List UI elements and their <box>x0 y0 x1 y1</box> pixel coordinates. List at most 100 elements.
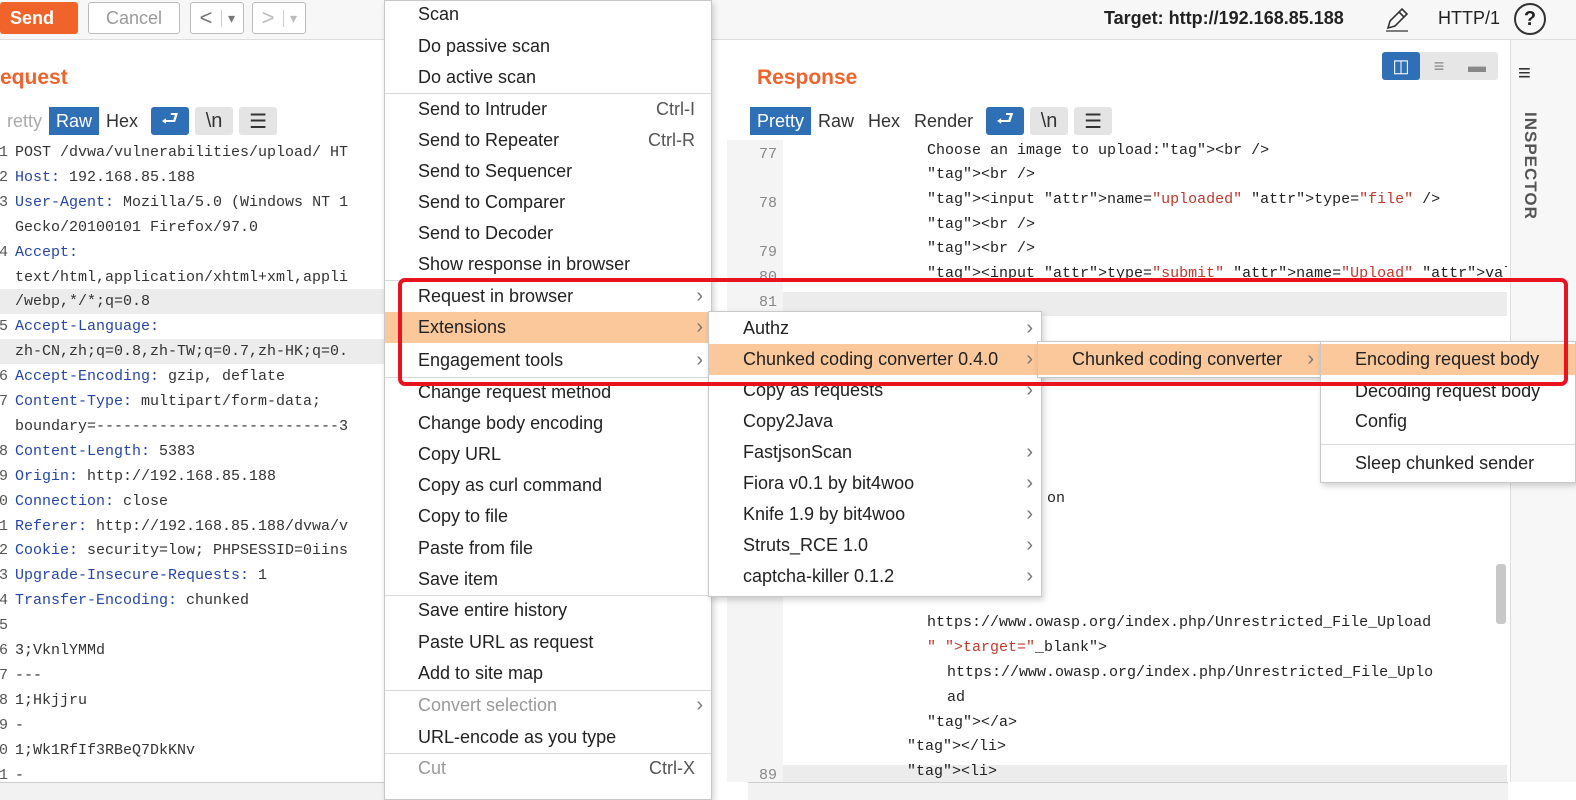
menu-item[interactable]: Do active scan <box>385 62 711 93</box>
code-line: 8 Content-Length: 5383 <box>0 439 384 464</box>
http-version-label[interactable]: HTTP/1 <box>1438 8 1500 29</box>
menu-item[interactable]: Change request method <box>385 377 711 408</box>
menu-item[interactable]: Fiora v0.1 by bit4woo › <box>709 468 1041 499</box>
menu-item[interactable]: Paste URL as request <box>385 627 711 658</box>
menu-item[interactable]: Config <box>1321 406 1575 437</box>
line-number: 77 <box>758 146 777 163</box>
cancel-button[interactable]: Cancel <box>88 2 180 34</box>
menu-item[interactable]: Request in browser › <box>385 281 711 312</box>
menu-item[interactable]: FastjsonScan › <box>709 437 1041 468</box>
code-text: Content-Type: multipart/form-data; <box>15 389 321 414</box>
menu-item[interactable]: Add to site map <box>385 658 711 689</box>
request-search-bar[interactable] <box>0 782 384 800</box>
header-value: text/html,application/xhtml+xml,appli <box>15 268 349 286</box>
code-text: Cookie: security=low; PHPSESSID=0iins <box>15 538 348 563</box>
tab-hex[interactable]: Hex <box>99 107 145 135</box>
header-value: boundary=---------------------------3 <box>15 417 349 435</box>
menu-item[interactable]: Save item <box>385 564 711 595</box>
forward-dropdown-icon[interactable]: ▾ <box>283 9 303 27</box>
response-scrollbar[interactable] <box>1496 564 1506 624</box>
menu-item[interactable]: URL-encode as you type <box>385 722 711 753</box>
editor-menu-icon[interactable]: ☰ <box>239 107 278 135</box>
menu-item[interactable]: Decoding request body <box>1321 376 1575 407</box>
response-pane-title: Response <box>757 66 858 89</box>
chevron-right-icon: › <box>1026 348 1033 370</box>
line-number: 6 <box>0 368 8 386</box>
tab-pretty[interactable]: retty <box>0 107 49 135</box>
header-name: Host: <box>15 168 61 186</box>
code-text: - <box>15 763 24 781</box>
inspector-menu-icon[interactable]: ≡ <box>1518 60 1531 86</box>
inspector-tab[interactable]: INSPECTOR <box>1520 112 1540 220</box>
word-wrap-icon[interactable]: ⮐ <box>986 107 1025 135</box>
menu-item[interactable]: Authz › <box>709 313 1041 344</box>
tab-pretty[interactable]: Pretty <box>750 107 812 135</box>
menu-item[interactable]: Copy as curl command <box>385 470 711 501</box>
menu-item[interactable]: Copy2Java <box>709 406 1041 437</box>
chevron-right-icon: › <box>696 349 703 371</box>
help-icon[interactable]: ? <box>1514 3 1546 35</box>
word-wrap-icon[interactable]: ⮐ <box>151 107 190 135</box>
menu-item[interactable]: Chunked coding converter › <box>1038 344 1322 375</box>
menu-item[interactable]: Change body encoding <box>385 408 711 439</box>
menu-item[interactable]: Show response in browser <box>385 249 711 280</box>
line-number: 3 <box>0 567 8 585</box>
response-search-bar[interactable] <box>748 782 1508 800</box>
menu-item[interactable]: Copy as requests › <box>709 375 1041 406</box>
tab-raw[interactable]: Raw <box>49 107 100 135</box>
tab-raw[interactable]: Raw <box>811 107 861 135</box>
code-line: Gecko/20100101 Firefox/97.0 <box>0 215 384 240</box>
menu-item[interactable]: Do passive scan <box>385 31 711 62</box>
menu-item[interactable]: Scan <box>385 0 711 30</box>
tab-render[interactable]: Render <box>907 107 980 135</box>
menu-item[interactable]: Struts_RCE 1.0 › <box>709 530 1041 561</box>
request-view-tabs: retty Raw Hex ⮐ \n ☰ <box>0 106 278 136</box>
menu-item[interactable]: Extensions › <box>385 312 711 343</box>
menu-item-label: Scan <box>418 4 460 24</box>
menu-item-label: Convert selection <box>418 695 558 715</box>
header-name: User-Agent: <box>15 193 115 211</box>
edit-target-pencil-icon[interactable] <box>1384 6 1410 32</box>
menu-item[interactable]: Copy URL <box>385 439 711 470</box>
back-nav-group: < ▾ <box>190 2 244 34</box>
menu-item[interactable]: Knife 1.9 by bit4woo › <box>709 499 1041 530</box>
response-view-tabs: Pretty Raw Hex Render ⮐ \n ☰ <box>750 106 1113 136</box>
show-newlines-icon[interactable]: \n <box>1030 107 1069 135</box>
header-name: Connection: <box>15 492 115 510</box>
menu-item[interactable]: Save entire history <box>385 595 711 626</box>
header-value: http://192.168.85.188 <box>78 467 277 485</box>
line-number: 6 <box>0 642 8 659</box>
split-horizontal-layout-icon[interactable]: ◫ <box>1382 52 1420 80</box>
show-newlines-icon[interactable]: \n <box>195 107 234 135</box>
menu-item[interactable]: Engagement tools › <box>385 345 711 376</box>
request-editor[interactable]: 1 POST /dvwa/vulnerabilities/upload/ HT 2 H… <box>0 140 384 780</box>
menu-item[interactable]: Chunked coding converter 0.4.0 › <box>709 344 1041 375</box>
tab-hex[interactable]: Hex <box>861 107 907 135</box>
menu-item[interactable]: Copy to file <box>385 501 711 532</box>
send-button[interactable]: Send <box>0 2 78 34</box>
menu-separator <box>385 753 711 754</box>
forward-arrow-icon[interactable]: > <box>253 5 283 31</box>
back-arrow-icon[interactable]: < <box>191 5 221 31</box>
header-name: Transfer-Encoding: <box>15 592 178 610</box>
menu-item[interactable]: Send to Comparer <box>385 187 711 218</box>
line-number: 1 <box>0 144 8 161</box>
split-vertical-layout-icon[interactable]: ≡ <box>1420 52 1458 80</box>
chevron-right-icon: › <box>696 316 703 338</box>
menu-item[interactable]: captcha-killer 0.1.2 › <box>709 561 1041 592</box>
menu-item[interactable]: Send to Repeater Ctrl-R <box>385 125 711 156</box>
back-dropdown-icon[interactable]: ▾ <box>221 9 241 27</box>
menu-item[interactable]: Send to Sequencer <box>385 156 711 187</box>
menu-item[interactable]: Send to Intruder Ctrl-I <box>385 94 711 125</box>
menu-item[interactable]: Sleep chunked sender <box>1321 448 1575 479</box>
line-number: 2 <box>0 168 8 186</box>
menu-item[interactable]: Encoding request body <box>1321 344 1575 375</box>
menu-item[interactable]: Send to Decoder <box>385 218 711 249</box>
menu-item-shortcut: Ctrl-R <box>648 130 695 150</box>
menu-item-label: Copy as curl command <box>418 475 603 495</box>
tabs-layout-icon[interactable]: ▬ <box>1458 52 1496 80</box>
menu-item[interactable]: Paste from file <box>385 533 711 564</box>
header-value: 1 <box>249 567 268 585</box>
code-line: 9 Origin: http://192.168.85.188 <box>0 464 384 489</box>
editor-menu-icon[interactable]: ☰ <box>1074 107 1113 135</box>
